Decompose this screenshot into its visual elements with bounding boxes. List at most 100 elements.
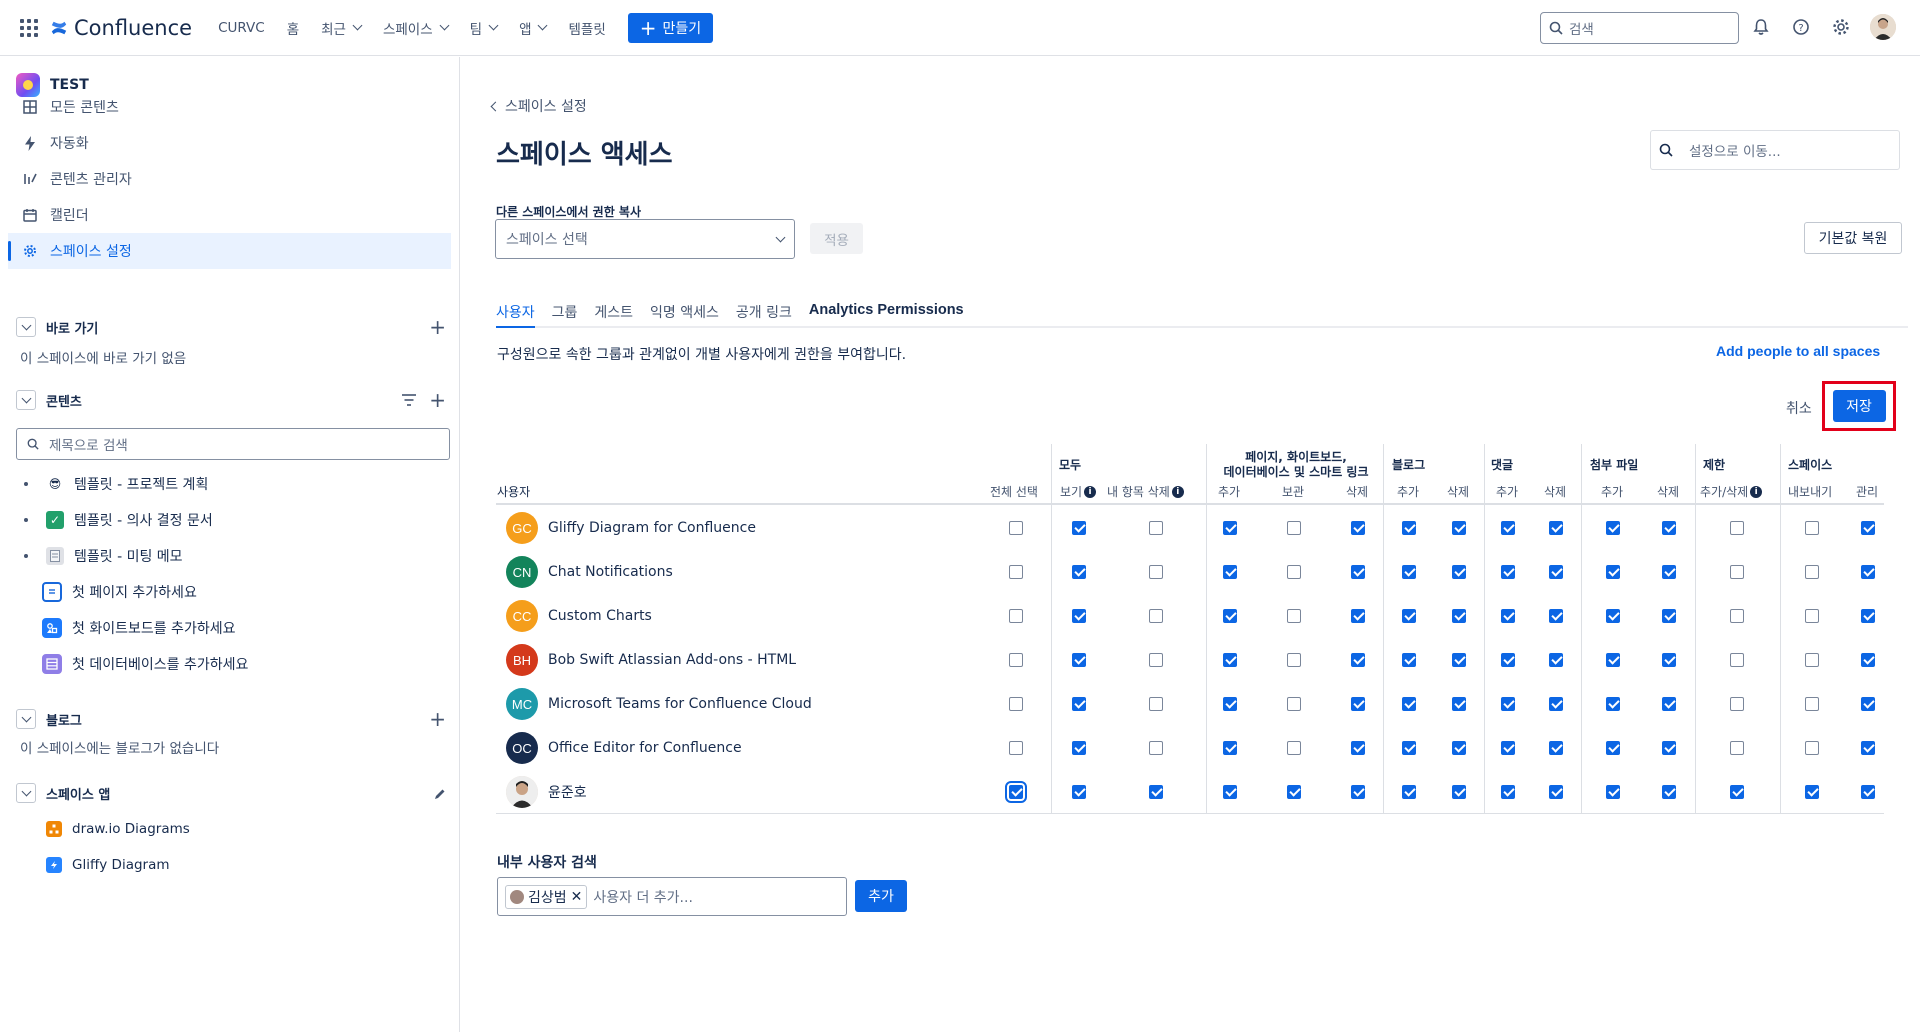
permission-checkbox[interactable] [1072,521,1086,535]
nav-apps[interactable]: 앱 [519,18,548,38]
permission-checkbox[interactable] [1452,609,1466,623]
permission-checkbox[interactable] [1730,697,1744,711]
permission-checkbox[interactable] [1072,609,1086,623]
permission-checkbox[interactable] [1072,697,1086,711]
permission-checkbox[interactable] [1287,565,1301,579]
permission-checkbox[interactable] [1730,741,1744,755]
permission-checkbox[interactable] [1402,741,1416,755]
permission-checkbox[interactable] [1351,785,1365,799]
sidebar-item-space-settings[interactable]: 스페이스 설정 [8,233,451,269]
blog-section-header[interactable]: 블로그 + [16,707,446,731]
permission-checkbox[interactable] [1730,609,1744,623]
permission-checkbox[interactable] [1501,741,1515,755]
permission-checkbox[interactable] [1287,521,1301,535]
add-user-button[interactable]: 추가 [855,880,907,912]
permission-checkbox[interactable] [1452,653,1466,667]
nav-templates[interactable]: 템플릿 [568,18,605,38]
permission-checkbox[interactable] [1606,609,1620,623]
permission-checkbox[interactable] [1730,521,1744,535]
permission-checkbox[interactable] [1730,653,1744,667]
permission-checkbox[interactable] [1606,653,1620,667]
permission-checkbox[interactable] [1805,521,1819,535]
info-icon[interactable]: i [1084,485,1097,498]
permission-checkbox[interactable] [1287,697,1301,711]
selected-user-chip[interactable]: 김상범 ✕ [505,884,588,909]
permission-checkbox[interactable] [1549,653,1563,667]
permission-checkbox[interactable] [1861,653,1875,667]
app-item-gliffy[interactable]: Gliffy Diagram [46,857,170,873]
permission-checkbox[interactable] [1606,741,1620,755]
permission-checkbox[interactable] [1501,609,1515,623]
permission-checkbox[interactable] [1805,565,1819,579]
permission-checkbox[interactable] [1072,565,1086,579]
permission-checkbox[interactable] [1402,609,1416,623]
chevron-down-icon[interactable] [16,390,36,410]
permission-checkbox[interactable] [1351,741,1365,755]
permission-checkbox[interactable] [1223,697,1237,711]
apply-button[interactable]: 적용 [810,223,863,254]
user-search-input[interactable]: 김상범 ✕ 사용자 더 추가... [497,877,847,916]
nav-home[interactable]: 홈 [287,18,299,38]
info-icon[interactable]: i [1750,485,1763,498]
tab-public-links[interactable]: 공개 링크 [736,300,792,326]
permission-checkbox[interactable] [1287,609,1301,623]
back-to-space-settings-link[interactable]: 스페이스 설정 [490,96,587,116]
permission-checkbox[interactable] [1072,653,1086,667]
nav-teams[interactable]: 팀 [470,18,499,38]
permission-checkbox[interactable] [1452,785,1466,799]
tab-groups[interactable]: 그룹 [552,300,578,326]
permission-checkbox[interactable] [1149,785,1163,799]
permission-checkbox[interactable] [1549,565,1563,579]
permission-checkbox[interactable] [1402,565,1416,579]
permission-checkbox[interactable] [1606,785,1620,799]
permission-checkbox[interactable] [1452,521,1466,535]
permission-checkbox[interactable] [1287,741,1301,755]
permission-checkbox[interactable] [1402,653,1416,667]
tab-anonymous-access[interactable]: 익명 액세스 [650,300,719,326]
save-button[interactable]: 저장 [1832,390,1886,422]
permission-checkbox[interactable] [1549,741,1563,755]
shortcuts-section-header[interactable]: 바로 가기 + [16,315,446,339]
permission-checkbox[interactable] [1351,565,1365,579]
permission-checkbox[interactable] [1149,741,1163,755]
permission-checkbox[interactable] [1149,521,1163,535]
help-icon[interactable]: ? [1790,16,1812,38]
chevron-down-icon[interactable] [16,709,36,729]
select-all-row-checkbox[interactable] [1009,609,1023,623]
select-all-row-checkbox[interactable] [1005,781,1027,803]
permission-checkbox[interactable] [1149,565,1163,579]
tree-item-project-plan[interactable]: 😎 템플릿 - 프로젝트 계획 [24,470,208,498]
pencil-icon[interactable] [434,781,446,805]
restore-defaults-button[interactable]: 기본값 복원 [1804,222,1902,254]
select-all-row-checkbox[interactable] [1009,565,1023,579]
permission-checkbox[interactable] [1452,697,1466,711]
tree-item-add-whiteboard[interactable]: 첫 화이트보드를 추가하세요 [42,614,235,642]
permission-checkbox[interactable] [1223,653,1237,667]
permission-checkbox[interactable] [1223,521,1237,535]
sidebar-item-calendar[interactable]: 캘린더 [8,197,451,233]
sidebar-item-automation[interactable]: 자동화 [8,125,451,161]
permission-checkbox[interactable] [1730,785,1744,799]
select-all-row-checkbox[interactable] [1009,653,1023,667]
info-icon[interactable]: i [1171,485,1184,498]
permission-checkbox[interactable] [1501,521,1515,535]
chevron-down-icon[interactable] [16,783,36,803]
permission-checkbox[interactable] [1861,609,1875,623]
create-button[interactable]: + 만들기 [627,12,714,43]
plus-icon[interactable]: + [429,315,446,339]
permission-checkbox[interactable] [1501,785,1515,799]
app-switcher-icon[interactable] [20,18,38,37]
permission-checkbox[interactable] [1662,521,1676,535]
select-all-row-checkbox[interactable] [1009,521,1023,535]
permission-checkbox[interactable] [1805,697,1819,711]
permission-checkbox[interactable] [1549,609,1563,623]
permission-checkbox[interactable] [1805,609,1819,623]
permission-checkbox[interactable] [1072,785,1086,799]
plus-icon[interactable]: + [429,707,446,731]
permission-checkbox[interactable] [1287,653,1301,667]
permission-checkbox[interactable] [1351,521,1365,535]
permission-checkbox[interactable] [1223,741,1237,755]
tree-item-add-database[interactable]: 첫 데이터베이스를 추가하세요 [42,650,248,678]
plus-icon[interactable]: + [429,388,446,412]
permission-checkbox[interactable] [1501,653,1515,667]
